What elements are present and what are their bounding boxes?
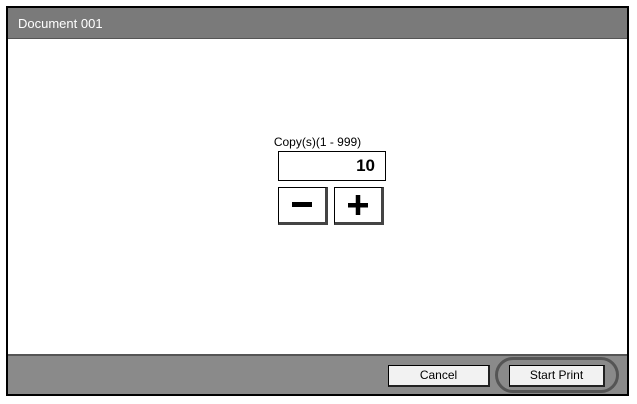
print-dialog: Document 001 Copy(s)(1 - 999) 10 Cancel …: [6, 6, 629, 396]
increase-copies-button[interactable]: [334, 187, 384, 225]
content-area: Copy(s)(1 - 999) 10: [8, 39, 627, 354]
copies-range-text: (1 - 999): [315, 135, 362, 149]
copies-value-field[interactable]: 10: [278, 151, 386, 181]
decrease-copies-button[interactable]: [278, 187, 328, 225]
plus-icon: [348, 195, 368, 215]
footer-bar: Cancel Start Print: [8, 354, 627, 394]
minus-icon: [292, 202, 312, 208]
copies-label: Copy(s)(1 - 999): [8, 135, 627, 149]
cancel-button[interactable]: Cancel: [388, 365, 490, 387]
window-title: Document 001: [8, 8, 627, 39]
copies-label-text: Copy(s): [273, 135, 316, 149]
start-print-button[interactable]: Start Print: [509, 365, 605, 387]
